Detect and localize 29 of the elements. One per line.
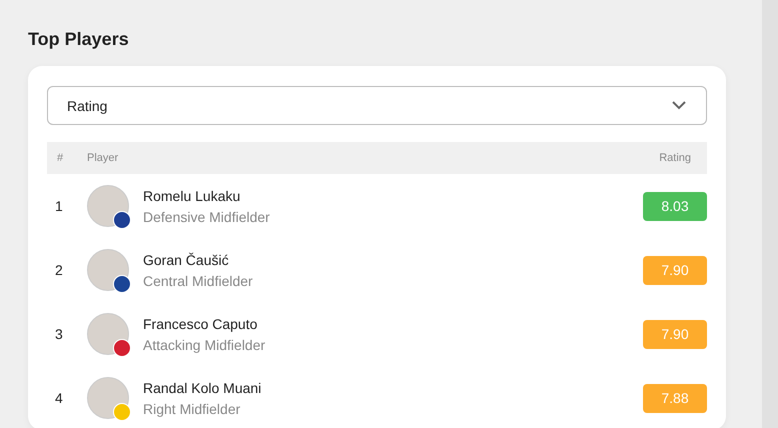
rank-number: 4 xyxy=(55,390,64,406)
player-position: Attacking Midfielder xyxy=(143,336,266,352)
rating-badge: 7.88 xyxy=(643,384,707,412)
sort-select[interactable]: Rating xyxy=(47,86,707,125)
rank-number: 1 xyxy=(55,198,64,214)
photo-placeholder xyxy=(87,249,129,291)
player-position: Defensive Midfielder xyxy=(143,208,271,224)
column-header: Rating xyxy=(659,152,691,164)
crest-icon xyxy=(113,275,131,293)
player-name[interactable]: Randal Kolo Muani xyxy=(143,380,643,396)
section-title: Top Players xyxy=(28,29,130,50)
player-position: Central Midfielder xyxy=(143,272,254,288)
rating-badge: 8.03 xyxy=(643,192,707,220)
player-name[interactable]: Francesco Caputo xyxy=(143,316,643,332)
rank-number: 2 xyxy=(55,262,64,278)
photo-placeholder xyxy=(87,185,129,227)
rank-number: 3 xyxy=(55,326,64,342)
chevron-down-icon xyxy=(672,101,686,110)
player-name[interactable]: Romelu Lukaku xyxy=(143,188,643,204)
crest-icon xyxy=(113,339,131,357)
column-header: Player xyxy=(87,152,120,164)
photo-placeholder xyxy=(87,313,129,355)
rating-badge: 7.90 xyxy=(643,320,707,348)
crest-icon xyxy=(113,211,131,229)
player-name[interactable]: Goran Čaušić xyxy=(143,252,643,268)
rating-badge: 7.90 xyxy=(643,256,707,284)
crest-icon xyxy=(113,403,131,421)
column-header: # xyxy=(57,152,64,164)
player-position: Right Midfielder xyxy=(143,400,242,416)
